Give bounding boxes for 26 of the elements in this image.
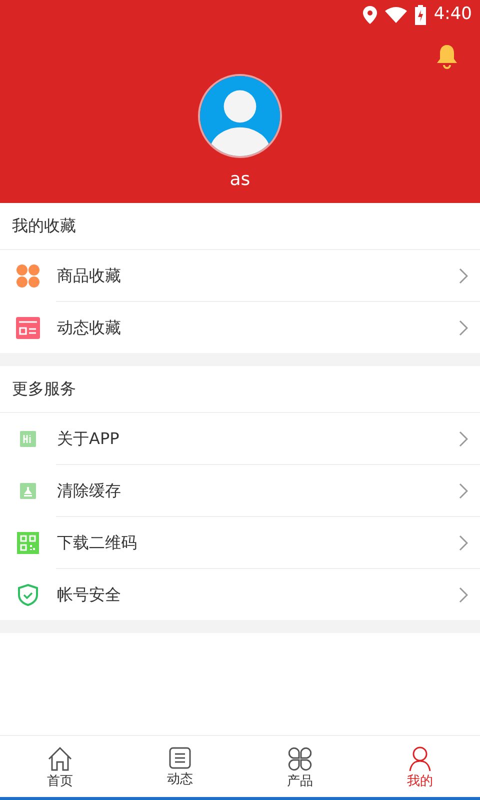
chevron-right-icon <box>459 482 468 498</box>
status-time: 4:40 <box>434 3 472 26</box>
wifi-icon <box>384 7 407 23</box>
chevron-right-icon <box>459 268 468 284</box>
four-petal-icon <box>287 746 313 772</box>
tab[interactable]: 首页 <box>0 736 120 800</box>
chevron-right-icon <box>459 430 468 446</box>
broom-icon <box>20 482 36 498</box>
clover-icon <box>16 264 40 288</box>
home-icon <box>47 746 73 772</box>
tab[interactable]: 我的 <box>360 736 480 800</box>
username: as <box>230 168 250 192</box>
shield-check-icon <box>16 582 40 606</box>
chevron-right-icon <box>459 586 468 602</box>
chevron-right-icon <box>459 534 468 550</box>
qr-code-icon <box>17 532 39 554</box>
news-icon <box>16 316 40 338</box>
location-icon <box>362 6 377 24</box>
battery-icon <box>414 5 426 25</box>
bell-icon[interactable] <box>434 44 460 70</box>
chevron-right-icon <box>459 320 468 336</box>
hi-icon <box>20 430 36 446</box>
user-icon <box>408 746 432 772</box>
tab[interactable]: 产品 <box>240 736 360 800</box>
tab[interactable]: 动态 <box>120 736 240 800</box>
document-icon <box>168 746 192 770</box>
